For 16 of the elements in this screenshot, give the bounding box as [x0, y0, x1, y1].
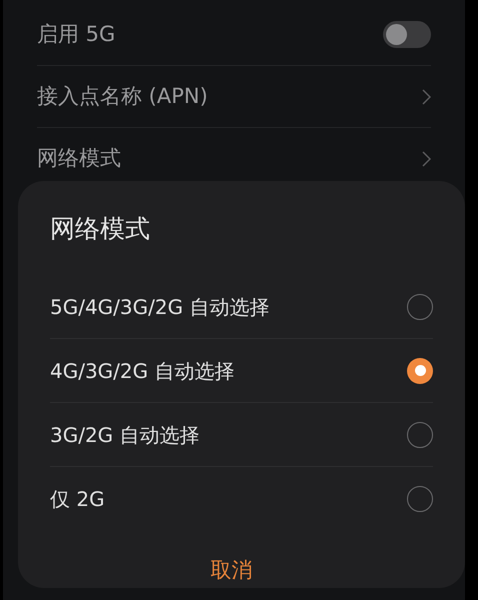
setting-label: 启用 5G	[37, 20, 116, 48]
radio-button[interactable]	[407, 358, 433, 384]
chevron-right-icon	[422, 151, 431, 167]
dialog-title: 网络模式	[50, 213, 151, 246]
radio-button[interactable]	[407, 294, 433, 320]
mode-option[interactable]: 4G/3G/2G 自动选择	[50, 339, 433, 403]
toggle-switch[interactable]	[383, 21, 431, 48]
setting-label: 接入点名称 (APN)	[37, 82, 208, 110]
setting-label: 网络模式	[37, 145, 121, 172]
radio-button[interactable]	[407, 422, 433, 448]
chevron-right-icon	[422, 88, 431, 104]
radio-button[interactable]	[407, 486, 433, 512]
mode-option[interactable]: 3G/2G 自动选择	[50, 403, 433, 467]
mode-option[interactable]: 仅 2G	[50, 467, 433, 531]
cancel-button[interactable]: 取消	[202, 555, 260, 586]
mode-option[interactable]: 5G/4G/3G/2G 自动选择	[50, 275, 433, 339]
